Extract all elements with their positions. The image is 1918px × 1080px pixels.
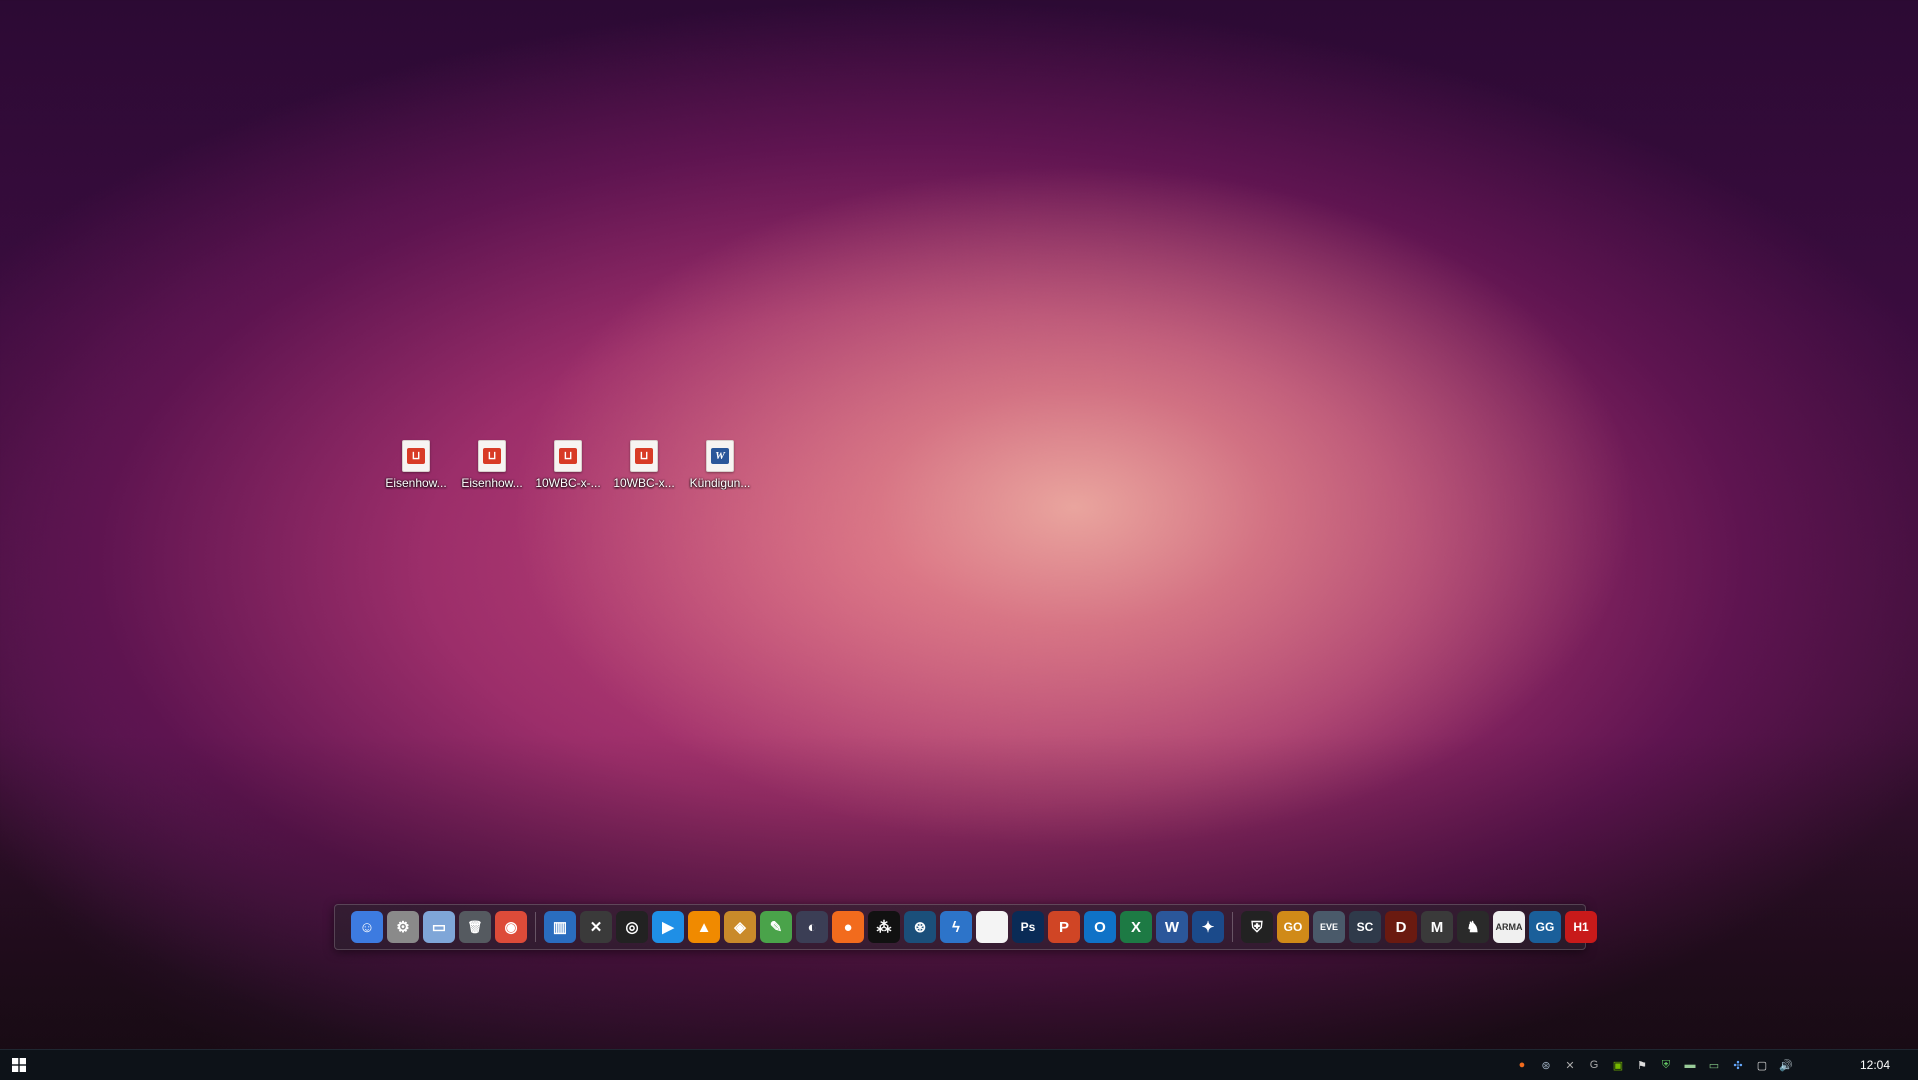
- flag-tray-icon[interactable]: ⚑: [1634, 1057, 1650, 1073]
- network-activity-tray-icon[interactable]: ✣: [1730, 1057, 1746, 1073]
- image-editor-icon[interactable]: ✎: [760, 911, 792, 943]
- eve-icon[interactable]: EVE: [1313, 911, 1345, 943]
- audio-mixer-icon[interactable]: ▥: [544, 911, 576, 943]
- steam-tray-icon[interactable]: ⊛: [1538, 1057, 1554, 1073]
- pdf-document-icon: ⊔: [554, 440, 582, 472]
- network-tray-icon[interactable]: ▢: [1754, 1057, 1770, 1073]
- desktop-file-0[interactable]: ⊔ Eisenhow...: [378, 440, 454, 490]
- desktop-file-4[interactable]: W Kündigun...: [682, 440, 758, 490]
- x-tray-icon[interactable]: ✕: [1562, 1057, 1578, 1073]
- pdf-badge: ⊔: [559, 448, 577, 464]
- pdf-badge: ⊔: [635, 448, 653, 464]
- chrome-icon[interactable]: ◉: [495, 911, 527, 943]
- play-icon[interactable]: ▶: [652, 911, 684, 943]
- desktop-file-label: 10WBC-x-...: [535, 476, 601, 490]
- wallpaper: [0, 0, 1918, 1049]
- blank-document-icon[interactable]: [976, 911, 1008, 943]
- desktop-file-3[interactable]: ⊔ 10WBC-x...: [606, 440, 682, 490]
- desktop-file-1[interactable]: ⊔ Eisenhow...: [454, 440, 530, 490]
- trash-icon[interactable]: 🗑: [459, 911, 491, 943]
- taskbar-clock[interactable]: 12:04: [1860, 1050, 1890, 1080]
- starcraft-icon[interactable]: SC: [1349, 911, 1381, 943]
- origin-tray-icon[interactable]: ●: [1514, 1057, 1530, 1073]
- dock-separator: [535, 912, 536, 942]
- nvidia-tray-icon[interactable]: ▣: [1610, 1057, 1626, 1073]
- audio-app-icon[interactable]: ◐: [796, 911, 828, 943]
- powerpoint-icon[interactable]: P: [1048, 911, 1080, 943]
- h1z1-icon[interactable]: H1: [1565, 911, 1597, 943]
- taskbar: ● ⊛ ✕ G ▣ ⚑ ⛨ ▬ ▭ ✣ ▢ 🔊 12:04: [0, 1049, 1918, 1080]
- lightning-app-icon[interactable]: ϟ: [940, 911, 972, 943]
- dock-separator: [1232, 912, 1233, 942]
- desktop-file-label: 10WBC-x...: [613, 476, 675, 490]
- arma-icon[interactable]: ARMA: [1493, 911, 1525, 943]
- desktop-file-label: Eisenhow...: [385, 476, 447, 490]
- photoshop-icon[interactable]: Ps: [1012, 911, 1044, 943]
- blackberry-icon[interactable]: ⁂: [868, 911, 900, 943]
- desktop-file-2[interactable]: ⊔ 10WBC-x-...: [530, 440, 606, 490]
- pdf-document-icon: ⊔: [478, 440, 506, 472]
- volume-tray-icon[interactable]: 🔊: [1778, 1057, 1794, 1073]
- outlook-icon[interactable]: O: [1084, 911, 1116, 943]
- windows-icon: [12, 1058, 26, 1072]
- security-tray-icon[interactable]: ⛨: [1658, 1057, 1674, 1073]
- folder-icon[interactable]: ▭: [423, 911, 455, 943]
- system-preferences-icon[interactable]: ⚙: [387, 911, 419, 943]
- steam-icon[interactable]: ⊛: [904, 911, 936, 943]
- csgo-icon[interactable]: GO: [1277, 911, 1309, 943]
- origin-icon[interactable]: ●: [832, 911, 864, 943]
- x-app-icon[interactable]: ✕: [580, 911, 612, 943]
- word-badge: W: [711, 448, 729, 464]
- desktop-file-label: Kündigun...: [689, 476, 751, 490]
- diablo-icon[interactable]: D: [1385, 911, 1417, 943]
- system-tray: ● ⊛ ✕ G ▣ ⚑ ⛨ ▬ ▭ ✣ ▢ 🔊: [1510, 1050, 1798, 1080]
- excel-icon[interactable]: X: [1120, 911, 1152, 943]
- battery-tray-icon[interactable]: ▭: [1706, 1057, 1722, 1073]
- knight-game-icon[interactable]: ♞: [1457, 911, 1489, 943]
- vlc-icon[interactable]: ▲: [688, 911, 720, 943]
- start-button[interactable]: [0, 1050, 38, 1080]
- game-shield-icon[interactable]: ⛨: [1241, 911, 1273, 943]
- finder-icon[interactable]: ☺: [351, 911, 383, 943]
- obs-icon[interactable]: ◎: [616, 911, 648, 943]
- word-document-icon: W: [706, 440, 734, 472]
- g-tray-icon[interactable]: G: [1586, 1057, 1602, 1073]
- word-icon[interactable]: W: [1156, 911, 1188, 943]
- dock: ☺ ⚙ ▭ 🗑 ◉ ▥ ✕ ◎ ▶ ▲ ◈ ✎ ◐ ● ⁂ ⊛ ϟ Ps P O X W ✦ ⛨ GO EVE SC D M ♞ ARMA G…: [334, 904, 1597, 950]
- pdf-document-icon: ⊔: [402, 440, 430, 472]
- battlenet-icon[interactable]: ✦: [1192, 911, 1224, 943]
- gg-icon[interactable]: GG: [1529, 911, 1561, 943]
- pdf-badge: ⊔: [483, 448, 501, 464]
- chat-tray-icon[interactable]: ▬: [1682, 1057, 1698, 1073]
- desktop-file-label: Eisenhow...: [461, 476, 523, 490]
- m-game-icon[interactable]: M: [1421, 911, 1453, 943]
- owl-app-icon[interactable]: ◈: [724, 911, 756, 943]
- pdf-document-icon: ⊔: [630, 440, 658, 472]
- pdf-badge: ⊔: [407, 448, 425, 464]
